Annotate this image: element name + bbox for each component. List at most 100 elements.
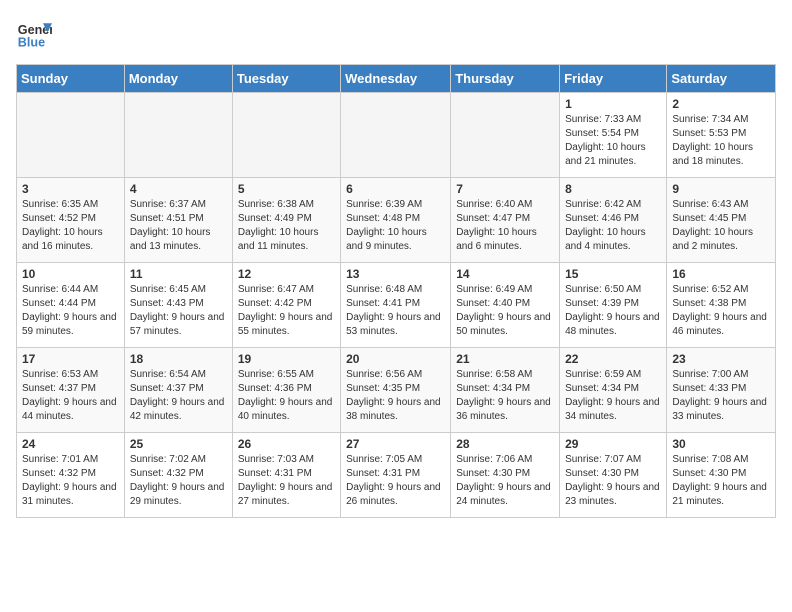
calendar-cell: 16 Sunrise: 6:52 AM Sunset: 4:38 PM Dayli…	[667, 263, 776, 348]
page-header: General Blue	[16, 16, 776, 52]
day-info: Sunrise: 7:08 AM Sunset: 4:30 PM Dayligh…	[672, 453, 770, 509]
day-number: 7	[456, 182, 554, 196]
day-info: Sunrise: 7:34 AM Sunset: 5:53 PM Dayligh…	[672, 113, 770, 169]
day-number: 6	[346, 182, 445, 196]
day-number: 3	[22, 182, 119, 196]
day-number: 11	[130, 267, 227, 281]
calendar-week-row: 3 Sunrise: 6:35 AM Sunset: 4:52 PM Daylig…	[17, 178, 776, 263]
day-info: Sunrise: 6:44 AM Sunset: 4:44 PM Dayligh…	[22, 283, 119, 339]
day-info: Sunrise: 7:01 AM Sunset: 4:32 PM Dayligh…	[22, 453, 119, 509]
calendar-cell: 22 Sunrise: 6:59 AM Sunset: 4:34 PM Dayli…	[560, 348, 667, 433]
day-number: 22	[565, 352, 661, 366]
calendar-cell	[17, 93, 125, 178]
calendar-cell: 7 Sunrise: 6:40 AM Sunset: 4:47 PM Daylig…	[451, 178, 560, 263]
calendar-header-thursday: Thursday	[451, 65, 560, 93]
calendar-cell: 1 Sunrise: 7:33 AM Sunset: 5:54 PM Daylig…	[560, 93, 667, 178]
calendar-week-row: 24Sunrise: 7:01 AM Sunset: 4:32 PM Dayli…	[17, 433, 776, 518]
calendar-cell: 30 Sunrise: 7:08 AM Sunset: 4:30 PM Dayli…	[667, 433, 776, 518]
calendar-cell: 29 Sunrise: 7:07 AM Sunset: 4:30 PM Dayli…	[560, 433, 667, 518]
calendar-table: SundayMondayTuesdayWednesdayThursdayFrid…	[16, 64, 776, 518]
day-number: 25	[130, 437, 227, 451]
day-number: 30	[672, 437, 770, 451]
day-number: 27	[346, 437, 445, 451]
day-number: 10	[22, 267, 119, 281]
day-number: 8	[565, 182, 661, 196]
day-info: Sunrise: 7:02 AM Sunset: 4:32 PM Dayligh…	[130, 453, 227, 509]
calendar-cell: 25 Sunrise: 7:02 AM Sunset: 4:32 PM Dayli…	[124, 433, 232, 518]
day-info: Sunrise: 6:37 AM Sunset: 4:51 PM Dayligh…	[130, 198, 227, 254]
day-number: 17	[22, 352, 119, 366]
day-info: Sunrise: 7:00 AM Sunset: 4:33 PM Dayligh…	[672, 368, 770, 424]
calendar-cell: 13 Sunrise: 6:48 AM Sunset: 4:41 PM Dayli…	[341, 263, 451, 348]
calendar-header-wednesday: Wednesday	[341, 65, 451, 93]
day-number: 16	[672, 267, 770, 281]
day-info: Sunrise: 6:39 AM Sunset: 4:48 PM Dayligh…	[346, 198, 445, 254]
calendar-week-row: 1 Sunrise: 7:33 AM Sunset: 5:54 PM Daylig…	[17, 93, 776, 178]
day-info: Sunrise: 6:50 AM Sunset: 4:39 PM Dayligh…	[565, 283, 661, 339]
logo-icon: General Blue	[16, 16, 52, 52]
calendar-cell: 21Sunrise: 6:58 AM Sunset: 4:34 PM Dayli…	[451, 348, 560, 433]
day-info: Sunrise: 6:49 AM Sunset: 4:40 PM Dayligh…	[456, 283, 554, 339]
day-info: Sunrise: 6:40 AM Sunset: 4:47 PM Dayligh…	[456, 198, 554, 254]
day-info: Sunrise: 7:33 AM Sunset: 5:54 PM Dayligh…	[565, 113, 661, 169]
calendar-cell: 27Sunrise: 7:05 AM Sunset: 4:31 PM Dayli…	[341, 433, 451, 518]
day-info: Sunrise: 6:53 AM Sunset: 4:37 PM Dayligh…	[22, 368, 119, 424]
calendar-header-row: SundayMondayTuesdayWednesdayThursdayFrid…	[17, 65, 776, 93]
calendar-cell: 8 Sunrise: 6:42 AM Sunset: 4:46 PM Daylig…	[560, 178, 667, 263]
calendar-cell: 14 Sunrise: 6:49 AM Sunset: 4:40 PM Dayli…	[451, 263, 560, 348]
day-number: 15	[565, 267, 661, 281]
day-number: 13	[346, 267, 445, 281]
calendar-header-saturday: Saturday	[667, 65, 776, 93]
day-info: Sunrise: 6:47 AM Sunset: 4:42 PM Dayligh…	[238, 283, 335, 339]
day-info: Sunrise: 6:35 AM Sunset: 4:52 PM Dayligh…	[22, 198, 119, 254]
day-number: 4	[130, 182, 227, 196]
calendar-cell: 6 Sunrise: 6:39 AM Sunset: 4:48 PM Daylig…	[341, 178, 451, 263]
calendar-header-monday: Monday	[124, 65, 232, 93]
calendar-cell: 19 Sunrise: 6:55 AM Sunset: 4:36 PM Dayli…	[232, 348, 340, 433]
day-number: 12	[238, 267, 335, 281]
calendar-cell: 26Sunrise: 7:03 AM Sunset: 4:31 PM Dayli…	[232, 433, 340, 518]
calendar-cell: 17 Sunrise: 6:53 AM Sunset: 4:37 PM Dayli…	[17, 348, 125, 433]
calendar-cell	[232, 93, 340, 178]
day-info: Sunrise: 7:07 AM Sunset: 4:30 PM Dayligh…	[565, 453, 661, 509]
day-info: Sunrise: 6:54 AM Sunset: 4:37 PM Dayligh…	[130, 368, 227, 424]
calendar-header-sunday: Sunday	[17, 65, 125, 93]
day-number: 14	[456, 267, 554, 281]
calendar-week-row: 10 Sunrise: 6:44 AM Sunset: 4:44 PM Dayli…	[17, 263, 776, 348]
day-number: 1	[565, 97, 661, 111]
day-info: Sunrise: 6:59 AM Sunset: 4:34 PM Dayligh…	[565, 368, 661, 424]
day-info: Sunrise: 6:45 AM Sunset: 4:43 PM Dayligh…	[130, 283, 227, 339]
day-info: Sunrise: 6:48 AM Sunset: 4:41 PM Dayligh…	[346, 283, 445, 339]
day-info: Sunrise: 6:52 AM Sunset: 4:38 PM Dayligh…	[672, 283, 770, 339]
calendar-header-friday: Friday	[560, 65, 667, 93]
calendar-cell	[451, 93, 560, 178]
calendar-cell: 23 Sunrise: 7:00 AM Sunset: 4:33 PM Dayli…	[667, 348, 776, 433]
day-number: 18	[130, 352, 227, 366]
day-number: 23	[672, 352, 770, 366]
calendar-cell	[341, 93, 451, 178]
logo: General Blue	[16, 16, 56, 52]
day-info: Sunrise: 6:42 AM Sunset: 4:46 PM Dayligh…	[565, 198, 661, 254]
day-number: 5	[238, 182, 335, 196]
calendar-cell: 3 Sunrise: 6:35 AM Sunset: 4:52 PM Daylig…	[17, 178, 125, 263]
calendar-cell: 24Sunrise: 7:01 AM Sunset: 4:32 PM Dayli…	[17, 433, 125, 518]
day-number: 21	[456, 352, 554, 366]
day-number: 28	[456, 437, 554, 451]
day-number: 29	[565, 437, 661, 451]
day-info: Sunrise: 6:55 AM Sunset: 4:36 PM Dayligh…	[238, 368, 335, 424]
calendar-cell: 12 Sunrise: 6:47 AM Sunset: 4:42 PM Dayli…	[232, 263, 340, 348]
day-info: Sunrise: 6:43 AM Sunset: 4:45 PM Dayligh…	[672, 198, 770, 254]
day-number: 26	[238, 437, 335, 451]
day-number: 2	[672, 97, 770, 111]
day-info: Sunrise: 7:06 AM Sunset: 4:30 PM Dayligh…	[456, 453, 554, 509]
calendar-header-tuesday: Tuesday	[232, 65, 340, 93]
day-number: 19	[238, 352, 335, 366]
day-info: Sunrise: 6:56 AM Sunset: 4:35 PM Dayligh…	[346, 368, 445, 424]
calendar-cell: 20Sunrise: 6:56 AM Sunset: 4:35 PM Dayli…	[341, 348, 451, 433]
calendar-cell: 28 Sunrise: 7:06 AM Sunset: 4:30 PM Dayli…	[451, 433, 560, 518]
svg-text:Blue: Blue	[18, 36, 45, 50]
calendar-cell	[124, 93, 232, 178]
calendar-cell: 5Sunrise: 6:38 AM Sunset: 4:49 PM Daylig…	[232, 178, 340, 263]
day-number: 9	[672, 182, 770, 196]
calendar-cell: 10 Sunrise: 6:44 AM Sunset: 4:44 PM Dayli…	[17, 263, 125, 348]
